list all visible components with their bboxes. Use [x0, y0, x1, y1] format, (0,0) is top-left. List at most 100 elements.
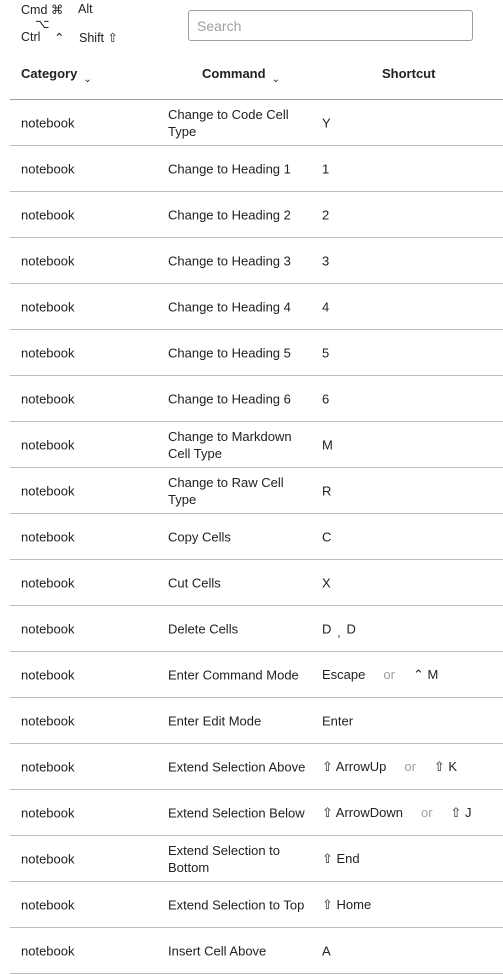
row-shortcut[interactable]: M	[322, 437, 333, 452]
row-shortcut[interactable]: ⇧ End	[322, 851, 360, 867]
sort-chevron-down-icon[interactable]: ⌄	[83, 74, 91, 85]
row-shortcut[interactable]: Escape or ⌃ M	[322, 667, 438, 683]
table-row[interactable]: notebook Change to Heading 1 1	[10, 146, 503, 192]
row-command: Change to Heading 4	[168, 299, 291, 314]
shortcut-key: ⇧ End	[322, 850, 360, 866]
row-category: notebook	[21, 575, 75, 590]
table-row[interactable]: notebook Change to Raw Cell Type R	[10, 468, 503, 514]
table-header: Category ⌄ Command ⌄ Shortcut	[10, 56, 503, 100]
shortcut-key: A	[322, 943, 331, 958]
shortcut-key: ⇧ K	[433, 758, 458, 774]
row-category: notebook	[21, 897, 75, 912]
row-category: notebook	[21, 713, 75, 728]
search-input[interactable]	[188, 10, 473, 41]
legend-ctrl-symbol: ⌃	[54, 31, 65, 45]
row-shortcut[interactable]: A	[322, 943, 331, 958]
table-row[interactable]: notebook Change to Code Cell Type Y	[10, 100, 503, 146]
row-command: Enter Command Mode	[168, 667, 299, 682]
row-command: Change to Heading 6	[168, 391, 291, 406]
table-row[interactable]: notebook Extend Selection Above ⇧ ArrowUp o…	[10, 744, 503, 790]
shortcut-key: 6	[322, 391, 330, 406]
table-row[interactable]: notebook Copy Cells C	[10, 514, 503, 560]
row-command: Change to Heading 2	[168, 207, 291, 222]
row-command: Extend Selection to Bottom	[168, 842, 281, 875]
shortcut-key: 4	[322, 299, 330, 314]
or-separator: or	[383, 666, 395, 682]
row-command: Extend Selection Above	[168, 759, 306, 774]
row-shortcut[interactable]: 6	[322, 391, 329, 406]
shortcut-key: Escape	[322, 666, 366, 682]
row-shortcut[interactable]: 3	[322, 253, 329, 268]
row-command: Change to Markdown Cell Type	[168, 428, 292, 461]
row-category: notebook	[21, 943, 75, 958]
sort-chevron-down-icon[interactable]: ⌄	[272, 74, 280, 85]
row-category: notebook	[21, 529, 75, 544]
table-row[interactable]: notebook Enter Command Mode Escape or ⌃ M	[10, 652, 503, 698]
shortcut-key: ⇧ J	[450, 804, 472, 820]
row-category: notebook	[21, 115, 75, 130]
shortcut-table-body: notebook Change to Code Cell Type Ynoteboo…	[10, 100, 503, 974]
table-row[interactable]: notebook Change to Heading 3 3	[10, 238, 503, 284]
shortcut-key: D	[346, 621, 356, 636]
row-command: Change to Heading 1	[168, 161, 291, 176]
row-shortcut[interactable]: Y	[322, 115, 331, 130]
table-row[interactable]: notebook Change to Heading 6 6	[10, 376, 503, 422]
table-row[interactable]: notebook Cut Cells X	[10, 560, 503, 606]
shortcut-column-header: Shortcut	[382, 66, 435, 81]
shortcut-key: 3	[322, 253, 330, 268]
table-row[interactable]: notebook Extend Selection to Top ⇧ Home	[10, 882, 503, 928]
row-category: notebook	[21, 759, 75, 774]
command-column-header[interactable]: Command ⌄	[202, 66, 280, 85]
shortcut-key: ⇧ ArrowDown	[322, 804, 403, 820]
shortcut-key: D	[322, 621, 332, 636]
shortcut-header-label: Shortcut	[382, 66, 436, 81]
row-command: Change to Heading 5	[168, 345, 291, 360]
row-category: notebook	[21, 621, 75, 636]
row-command: Change to Raw Cell Type	[168, 474, 284, 507]
category-column-header[interactable]: Category ⌄	[21, 66, 92, 85]
table-row[interactable]: notebook Insert Cell Above A	[10, 928, 503, 974]
row-category: notebook	[21, 483, 75, 498]
row-shortcut[interactable]: R	[322, 483, 331, 498]
table-row[interactable]: notebook Extend Selection to Bottom ⇧ End	[10, 836, 503, 882]
row-category: notebook	[21, 161, 75, 176]
row-shortcut[interactable]: ⇧ ArrowUp or ⇧ K	[322, 759, 457, 775]
row-command: Extend Selection to Top	[168, 897, 305, 912]
legend-ctrl: Ctrl	[21, 30, 41, 44]
row-command: Cut Cells	[168, 575, 221, 590]
table-row[interactable]: notebook Change to Heading 4 4	[10, 284, 503, 330]
row-shortcut[interactable]: 1	[322, 161, 329, 176]
shortcut-key: Enter	[322, 713, 354, 728]
shortcut-key: M	[322, 437, 333, 452]
table-row[interactable]: notebook Delete Cells D, D	[10, 606, 503, 652]
table-row[interactable]: notebook Change to Heading 5 5	[10, 330, 503, 376]
row-category: notebook	[21, 299, 75, 314]
category-header-label: Category	[21, 66, 78, 81]
row-command: Extend Selection Below	[168, 805, 305, 820]
table-row[interactable]: notebook Change to Heading 2 2	[10, 192, 503, 238]
legend-shift: Shift ⇧	[79, 31, 118, 45]
row-category: notebook	[21, 391, 75, 406]
row-shortcut[interactable]: X	[322, 575, 331, 590]
table-row[interactable]: notebook Extend Selection Below ⇧ ArrowDow…	[10, 790, 503, 836]
shortcut-key: 2	[322, 207, 330, 222]
row-category: notebook	[21, 851, 75, 866]
table-row[interactable]: notebook Change to Markdown Cell Type M	[10, 422, 503, 468]
table-row[interactable]: notebook Enter Edit Mode Enter	[10, 698, 503, 744]
row-shortcut[interactable]: 2	[322, 207, 329, 222]
row-category: notebook	[21, 667, 75, 682]
row-shortcut[interactable]: 5	[322, 345, 329, 360]
row-shortcut[interactable]: ⇧ ArrowDown or ⇧ J	[322, 805, 472, 821]
legend-cmd: Cmd ⌘	[21, 3, 64, 17]
modifier-legend: Cmd ⌘ Alt ⌥ Ctrl ⌃ Shift ⇧	[21, 2, 151, 48]
row-shortcut[interactable]: C	[322, 529, 331, 544]
row-command: Delete Cells	[168, 621, 239, 636]
row-shortcut[interactable]: D, D	[322, 621, 356, 639]
row-shortcut[interactable]: 4	[322, 299, 329, 314]
row-command: Insert Cell Above	[168, 943, 267, 958]
legend-alt-symbol: ⌥	[35, 17, 50, 31]
row-shortcut[interactable]: ⇧ Home	[322, 897, 371, 913]
row-command: Copy Cells	[168, 529, 231, 544]
row-shortcut[interactable]: Enter	[322, 713, 353, 728]
row-category: notebook	[21, 437, 75, 452]
